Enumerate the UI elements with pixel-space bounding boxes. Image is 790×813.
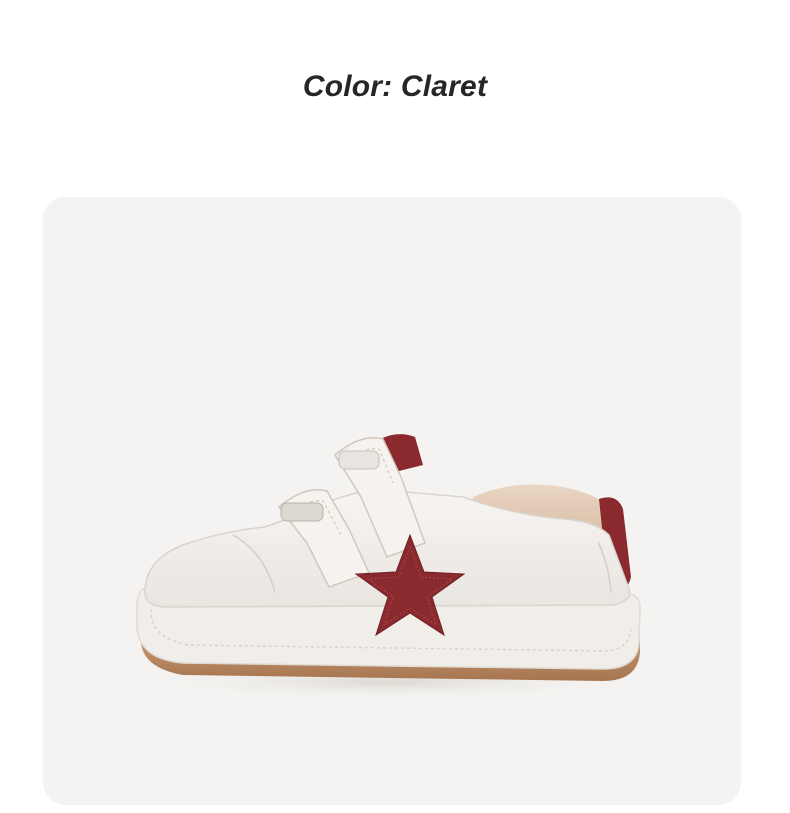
product-photo <box>43 197 741 805</box>
shoe-illustration <box>128 434 648 700</box>
color-heading: Color: Claret <box>302 70 488 103</box>
